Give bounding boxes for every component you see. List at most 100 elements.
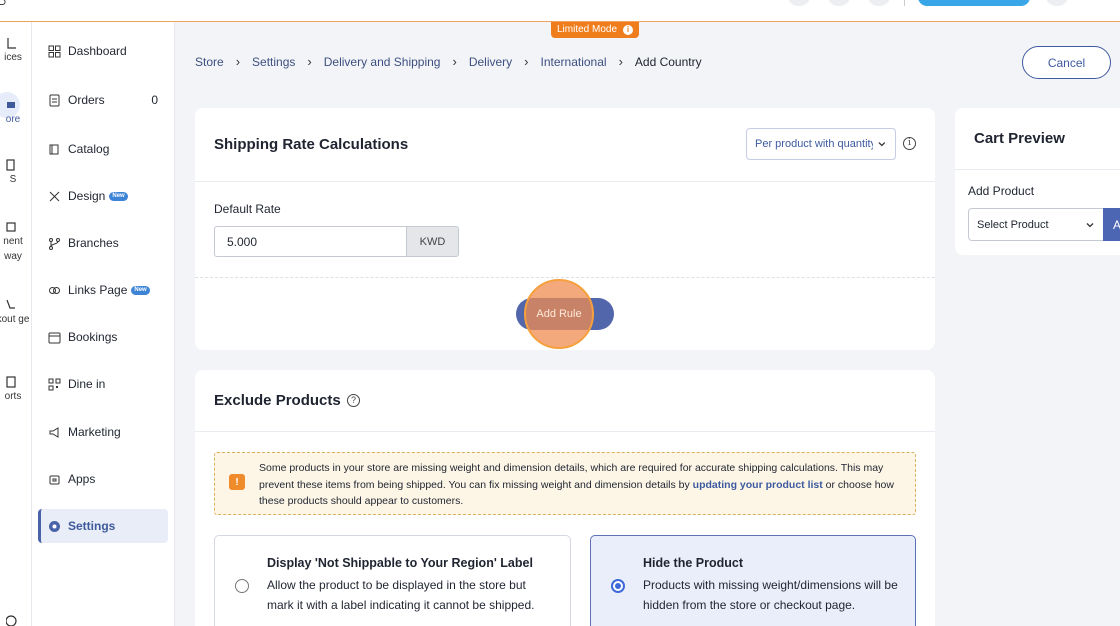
card-title: Cart Preview: [974, 130, 1065, 147]
branches-icon: [47, 236, 61, 250]
sidebar-item-catalog[interactable]: Catalog: [38, 132, 168, 166]
new-badge: New: [109, 191, 128, 201]
sidebar-item-label: Links Page: [68, 283, 128, 297]
top-primary-button[interactable]: [918, 0, 1030, 6]
sidebar-item-label: Catalog: [68, 142, 110, 156]
sidebar-item-label: Apps: [68, 472, 96, 486]
sidebar-item-bookings[interactable]: Bookings: [38, 320, 168, 354]
rail-item-store[interactable]: ore: [0, 98, 32, 128]
sidebar-item-orders[interactable]: Orders 0: [38, 83, 168, 117]
warning-text: Some products in your store are missing …: [259, 460, 899, 510]
option-not-shippable-label[interactable]: Display 'Not Shippable to Your Region' L…: [214, 535, 571, 626]
exclude-products-card: Exclude Products ? ! Some products in yo…: [195, 370, 935, 626]
sidebar: Dashboard Orders 0 Catalog Design New Br…: [32, 22, 175, 626]
shipping-rates-card: Shipping Rate Calculations Per product w…: [195, 108, 935, 350]
product-select-value: Select Product: [977, 218, 1049, 231]
option-title: Display 'Not Shippable to Your Region' L…: [267, 556, 533, 570]
sidebar-item-branches[interactable]: Branches: [38, 226, 168, 260]
update-products-link[interactable]: updating your product list: [693, 479, 823, 491]
divider: [904, 0, 905, 6]
reports-icon: [6, 376, 16, 388]
product-select[interactable]: Select Product: [968, 208, 1104, 241]
add-product-label: Add Product: [968, 184, 1035, 198]
rail-item-reports[interactable]: orts: [0, 375, 32, 405]
gear-icon: [47, 519, 61, 533]
logo: ⊃: [0, 0, 7, 9]
warning-icon: !: [229, 474, 245, 490]
cancel-button[interactable]: Cancel: [1022, 46, 1111, 79]
sidebar-item-apps[interactable]: Apps: [38, 462, 168, 496]
apps-icon: [47, 472, 61, 486]
sidebar-item-label: Design: [68, 189, 106, 203]
chevron-right-icon: ›: [524, 54, 529, 69]
breadcrumb-link[interactable]: Delivery and Shipping: [324, 55, 441, 69]
rail-item-payment-gateway[interactable]: nent way: [0, 220, 32, 264]
sidebar-item-settings[interactable]: Settings: [38, 509, 168, 543]
radio-not-shippable[interactable]: [235, 579, 249, 593]
sidebar-item-dashboard[interactable]: Dashboard: [38, 34, 168, 68]
payment-gateway-icon: [6, 222, 16, 232]
links-icon: [47, 283, 61, 297]
limited-mode-label: Limited Mode: [557, 24, 618, 35]
limited-mode-badge[interactable]: Limited Mode i: [551, 22, 640, 38]
card-title: Exclude Products: [214, 392, 341, 409]
sidebar-item-label: Dashboard: [68, 44, 127, 58]
avatar[interactable]: [1046, 0, 1068, 6]
sidebar-item-design[interactable]: Design New: [38, 179, 168, 213]
breadcrumb-link[interactable]: Settings: [252, 55, 295, 69]
card-title: Shipping Rate Calculations: [214, 136, 409, 153]
breadcrumb: Store › Settings › Delivery and Shipping…: [195, 54, 702, 69]
sidebar-item-links-page[interactable]: Links Page New: [38, 273, 168, 307]
top-action-icon[interactable]: [868, 0, 890, 6]
qr-icon: [47, 377, 61, 391]
option-title: Hide the Product: [643, 556, 744, 570]
sidebar-item-marketing[interactable]: Marketing: [38, 415, 168, 449]
radio-hide-product[interactable]: [611, 579, 625, 593]
sidebar-item-label: Dine in: [68, 377, 106, 391]
orders-count: 0: [151, 93, 158, 107]
cart-preview-card: Cart Preview Add Product Select Product …: [955, 108, 1120, 255]
rail-item-checkout[interactable]: kout ge: [0, 298, 32, 327]
top-action-icon[interactable]: [828, 0, 850, 6]
sidebar-item-label: Branches: [68, 236, 119, 250]
rail-item-invoices[interactable]: ices: [0, 36, 32, 66]
sidebar-item-dine-in[interactable]: Dine in: [38, 367, 168, 401]
help-icon[interactable]: ?: [347, 394, 360, 407]
sidebar-item-label: Marketing: [68, 425, 121, 439]
default-rate-input[interactable]: [214, 226, 407, 257]
orders-icon: [47, 93, 61, 107]
option-hide-product[interactable]: Hide the Product Products with missing w…: [590, 535, 916, 626]
breadcrumb-current: Add Country: [634, 54, 702, 69]
info-icon[interactable]: i: [903, 137, 916, 150]
add-product-button[interactable]: A: [1103, 208, 1120, 241]
megaphone-icon: [47, 425, 61, 439]
catalog-icon: [47, 142, 61, 156]
divider: [955, 169, 1120, 170]
divider: [195, 431, 935, 432]
chevron-right-icon: ›: [235, 54, 241, 69]
rail-label: ore: [5, 114, 21, 125]
breadcrumb-link[interactable]: International: [541, 55, 607, 69]
option-desc: Allow the product to be displayed in the…: [267, 578, 535, 612]
chevron-right-icon: ›: [618, 54, 623, 69]
option-desc: Products with missing weight/dimensions …: [643, 578, 898, 612]
top-action-icon[interactable]: [788, 0, 810, 6]
info-icon: i: [623, 25, 634, 35]
currency-addon: KWD: [406, 226, 459, 257]
breadcrumb-link[interactable]: Delivery: [469, 55, 512, 69]
breadcrumb-link[interactable]: Store: [195, 55, 224, 69]
rail-item-pos[interactable]: S: [0, 158, 32, 188]
new-badge: New: [131, 285, 150, 295]
rate-method-select[interactable]: Per product with quantity: [746, 128, 896, 160]
rate-method-value: Per product with quantity: [755, 138, 874, 150]
store-icon: [7, 102, 15, 108]
design-icon: [47, 189, 61, 203]
sidebar-item-label: Bookings: [68, 330, 118, 344]
warning-banner: ! Some products in your store are missin…: [214, 452, 916, 515]
rail-label: S: [9, 174, 17, 185]
rail-help-icon[interactable]: [0, 614, 32, 626]
add-rule-label[interactable]: Add Rule: [524, 279, 594, 349]
pos-icon: [6, 159, 15, 171]
sidebar-item-label: Orders: [68, 93, 105, 107]
divider: [195, 181, 935, 182]
